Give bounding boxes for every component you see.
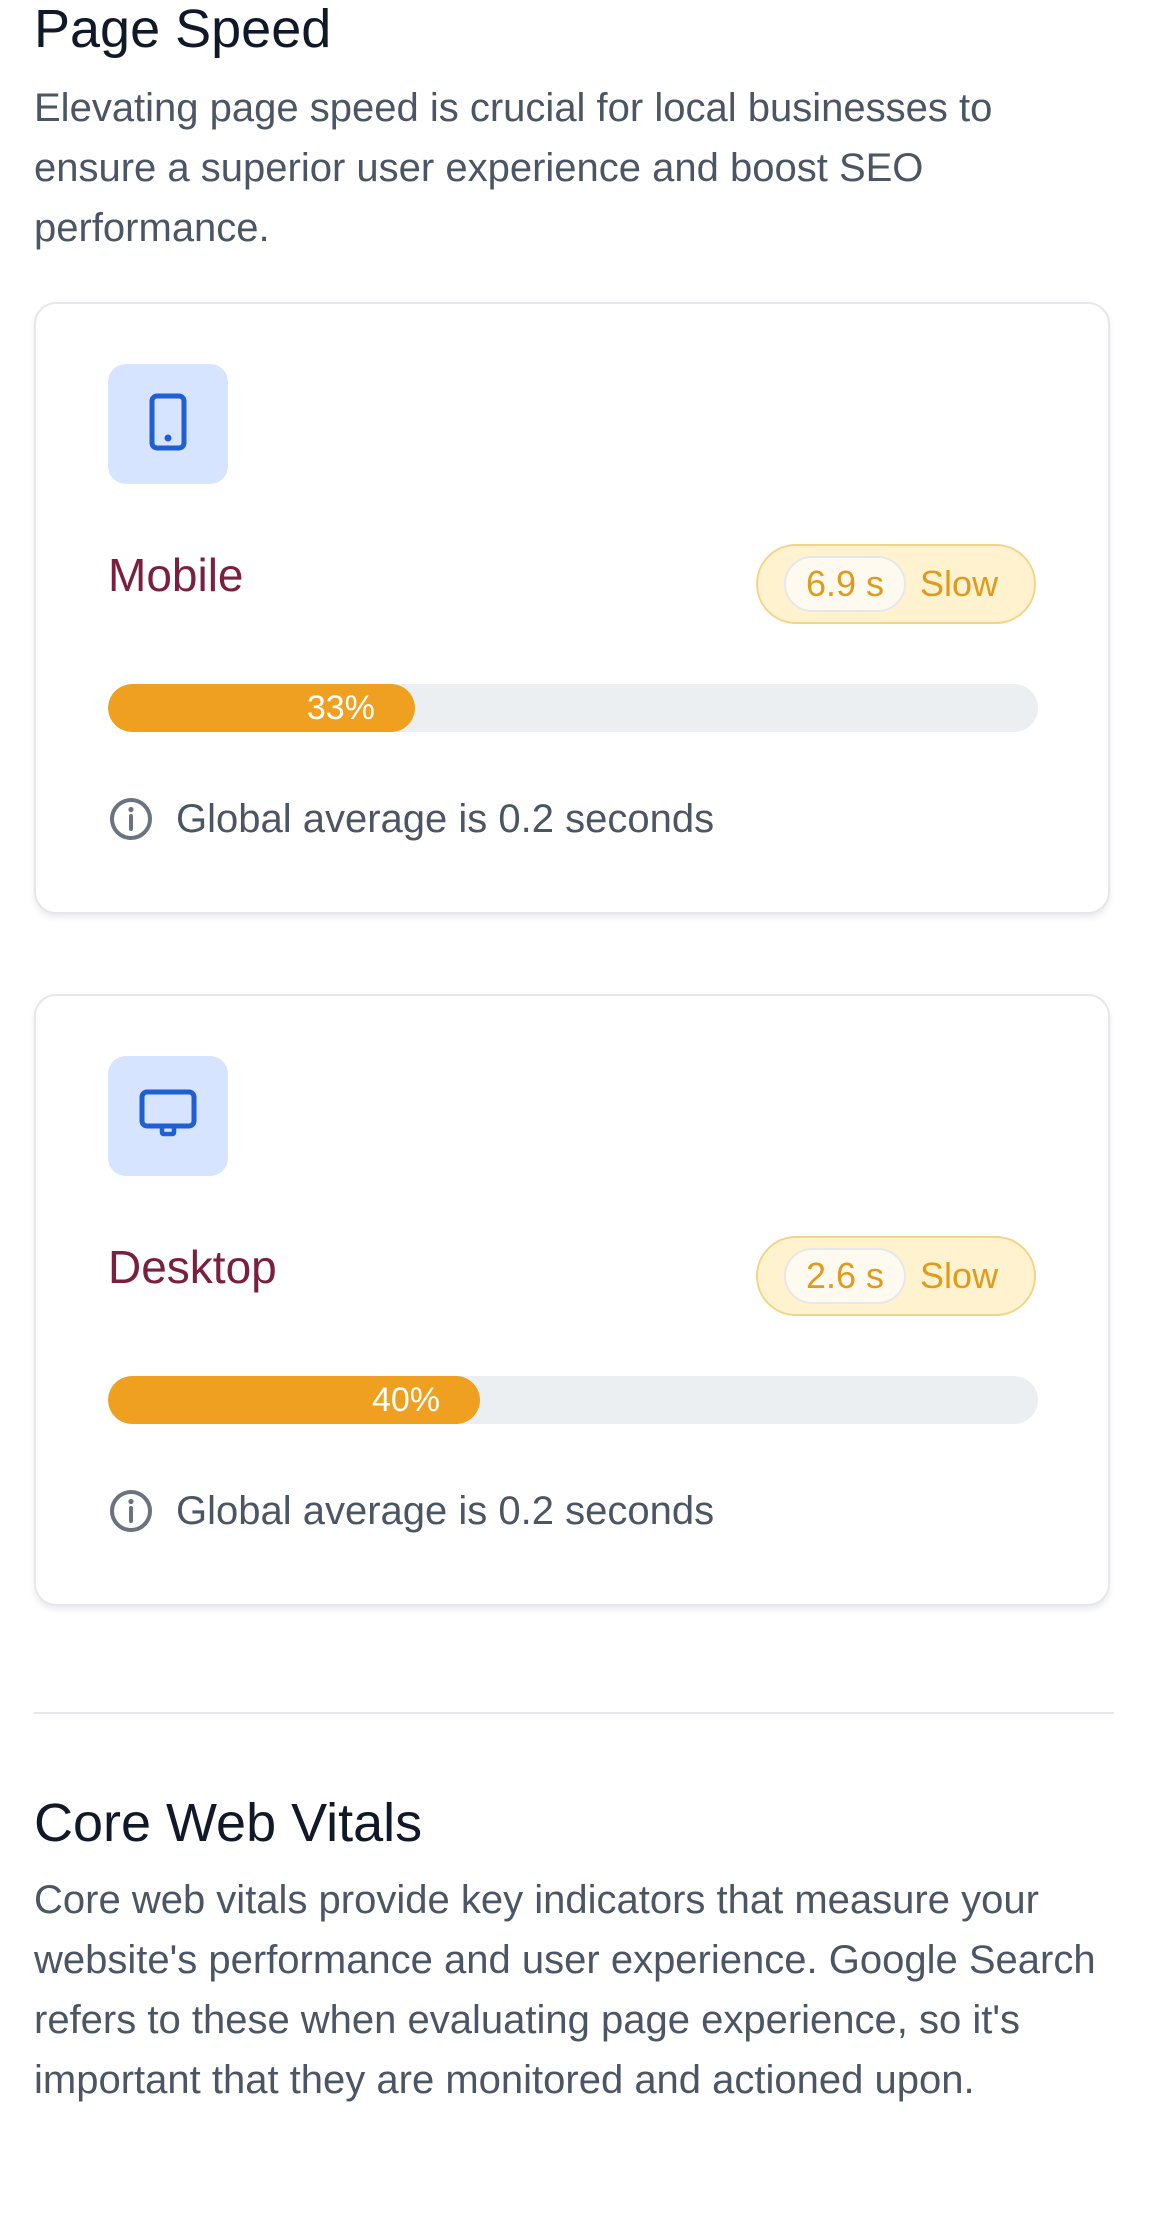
mobile-progress-bar: 33%	[108, 684, 1038, 732]
page-speed-title: Page Speed	[34, 0, 332, 59]
desktop-icon-tile	[108, 1056, 228, 1176]
mobile-progress-label: 33%	[306, 689, 375, 727]
info-icon	[108, 1488, 154, 1534]
desktop-progress-label: 40%	[371, 1381, 440, 1419]
mobile-icon	[144, 392, 192, 457]
info-icon	[108, 796, 154, 842]
desktop-note-text: Global average is 0.2 seconds	[176, 1488, 715, 1533]
mobile-time-pill: 6.9 s	[784, 556, 907, 612]
desktop-title: Desktop	[108, 1241, 277, 1293]
desktop-progress-bar: 40%	[108, 1376, 1038, 1424]
section-divider	[34, 1712, 1114, 1714]
mobile-icon-tile	[108, 364, 228, 484]
mobile-time: 6.9 s	[806, 563, 885, 604]
mobile-speed-card: Mobile 6.9 s Slow 33% Global average is …	[34, 302, 1110, 914]
desktop-icon	[138, 1088, 198, 1145]
mobile-status-badge: 6.9 s Slow	[756, 544, 1036, 624]
mobile-title: Mobile	[108, 549, 244, 601]
mobile-global-average-note: Global average is 0.2 seconds	[108, 794, 714, 844]
desktop-global-average-note: Global average is 0.2 seconds	[108, 1486, 714, 1536]
page-speed-description: Elevating page speed is crucial for loca…	[34, 86, 993, 250]
desktop-time: 2.6 s	[806, 1255, 885, 1296]
mobile-note-text: Global average is 0.2 seconds	[176, 796, 715, 841]
core-web-vitals-description: Core web vitals provide key indicators t…	[34, 1878, 1096, 2102]
desktop-speed-card: Desktop 2.6 s Slow 40% Global average is…	[34, 994, 1110, 1606]
mobile-progress-fill: 33%	[108, 684, 415, 732]
desktop-status-badge: 2.6 s Slow	[756, 1236, 1036, 1316]
core-web-vitals-title: Core Web Vitals	[34, 1793, 423, 1853]
desktop-status: Slow	[920, 1255, 999, 1296]
mobile-status: Slow	[920, 563, 999, 604]
desktop-time-pill: 2.6 s	[784, 1248, 907, 1304]
desktop-progress-fill: 40%	[108, 1376, 480, 1424]
